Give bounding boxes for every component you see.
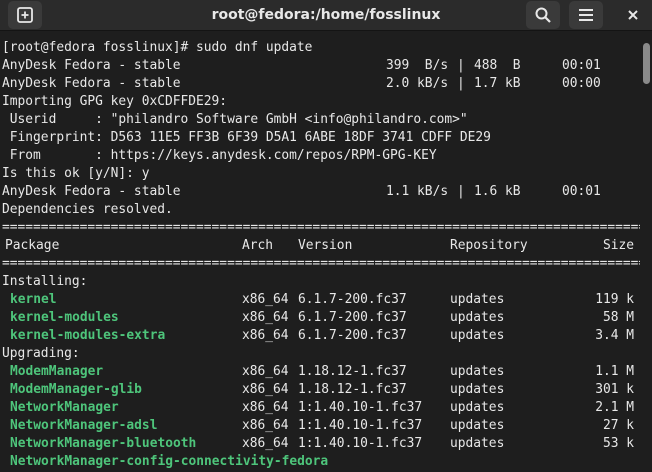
header-package: Package: [5, 238, 60, 253]
gpg-from-line: From : https://keys.anydesk.com/repos/RP…: [2, 148, 437, 163]
title-bar: root@fedora:/home/fosslinux: [0, 0, 652, 31]
table-row: kernel-modules x86_64 6.1.7-200.fc37 upd…: [10, 310, 634, 325]
repo-line: AnyDesk Fedora - stable 2.0 kB/s | 1.7 k…: [2, 76, 601, 91]
deps-resolved-line: Dependencies resolved.: [2, 202, 173, 217]
table-row: NetworkManager-bluetooth x86_64 1:1.40.1…: [10, 436, 634, 451]
header-version: Version: [298, 238, 353, 253]
terminal-window: root@fedora:/home/fosslinux [root@fedora…: [0, 0, 652, 472]
table-row: kernel x86_64 6.1.7-200.fc37 updates 119…: [10, 292, 634, 307]
repo-line: AnyDesk Fedora - stable 399 B/s | 488 B …: [2, 58, 601, 73]
table-header: Package Arch Version Repository Size: [2, 237, 634, 255]
scrollbar-thumb[interactable]: [643, 43, 650, 84]
header-arch: Arch: [242, 238, 274, 253]
command-line: [root@fedora fosslinux]# sudo dnf update: [2, 40, 313, 55]
header-size: Size: [602, 238, 634, 253]
header-repository: Repository: [450, 238, 528, 253]
scrollbar[interactable]: [640, 39, 652, 472]
search-button[interactable]: [526, 1, 560, 29]
repo-line: AnyDesk Fedora - stable 1.1 kB/s | 1.6 k…: [2, 184, 601, 199]
close-icon: [628, 10, 638, 20]
separator-line: ========================================…: [2, 220, 640, 235]
table-row: ModemManager x86_64 1.18.12-1.fc37 updat…: [10, 364, 634, 379]
terminal-output[interactable]: [root@fedora fosslinux]# sudo dnf update…: [0, 39, 640, 472]
table-row: ModemManager-glib x86_64 1.18.12-1.fc37 …: [10, 382, 634, 397]
search-icon: [535, 7, 551, 23]
table-row: NetworkManager-adsl x86_64 1:1.40.10-1.f…: [10, 418, 634, 433]
gpg-fingerprint-line: Fingerprint: D563 11E5 FF3B 6F39 D5A1 6A…: [2, 130, 491, 145]
upgrading-label: Upgrading:: [2, 346, 80, 361]
gpg-userid-line: Userid : "philandro Software GmbH <info@…: [2, 112, 468, 127]
table-row: NetworkManager-config-connectivity-fedor…: [10, 454, 329, 469]
gpg-import-line: Importing GPG key 0xCDFFDE29:: [2, 94, 228, 109]
close-button[interactable]: [616, 1, 650, 29]
table-row: kernel-modules-extra x86_64 6.1.7-200.fc…: [10, 328, 634, 343]
separator-line: ========================================…: [2, 256, 640, 271]
confirm-line: Is this ok [y/N]: y: [2, 166, 150, 181]
installing-label: Installing:: [2, 274, 88, 289]
hamburger-icon: [579, 9, 593, 21]
table-row: NetworkManager x86_64 1:1.40.10-1.fc37 u…: [10, 400, 634, 415]
menu-button[interactable]: [569, 1, 603, 29]
